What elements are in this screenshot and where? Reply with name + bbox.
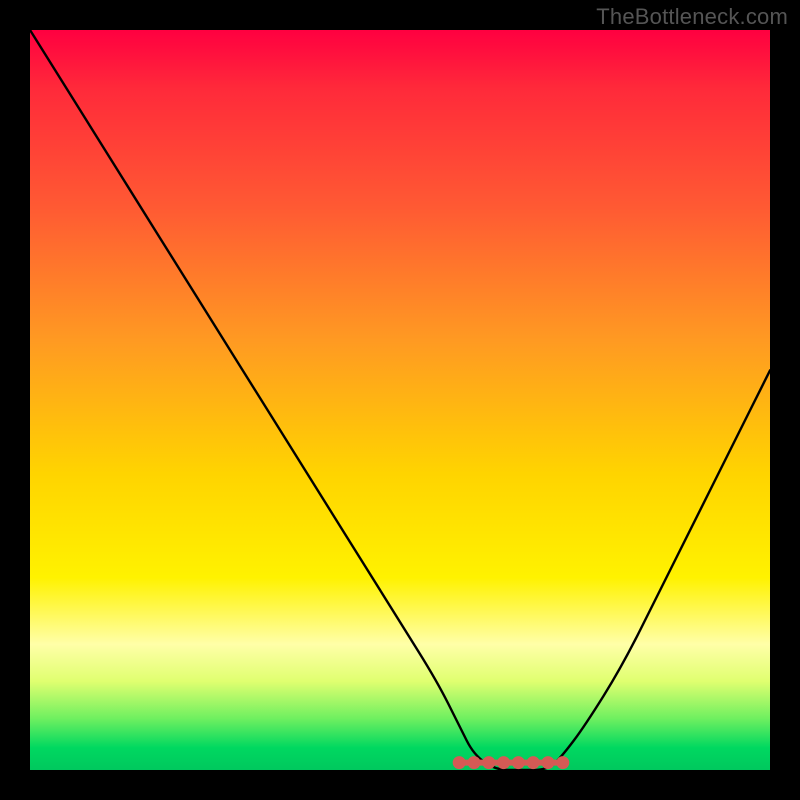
- marker-dot: [454, 757, 465, 768]
- chart-frame: TheBottleneck.com: [0, 0, 800, 800]
- optimal-range-markers: [454, 757, 569, 768]
- marker-dot: [483, 757, 494, 768]
- bottleneck-curve: [30, 30, 770, 770]
- marker-dot: [469, 757, 480, 768]
- marker-dot: [498, 757, 509, 768]
- marker-dot: [543, 757, 554, 768]
- marker-dot: [557, 757, 568, 768]
- plot-area: [30, 30, 770, 770]
- marker-dot: [528, 757, 539, 768]
- marker-dot: [513, 757, 524, 768]
- chart-svg: [30, 30, 770, 770]
- watermark-text: TheBottleneck.com: [596, 4, 788, 30]
